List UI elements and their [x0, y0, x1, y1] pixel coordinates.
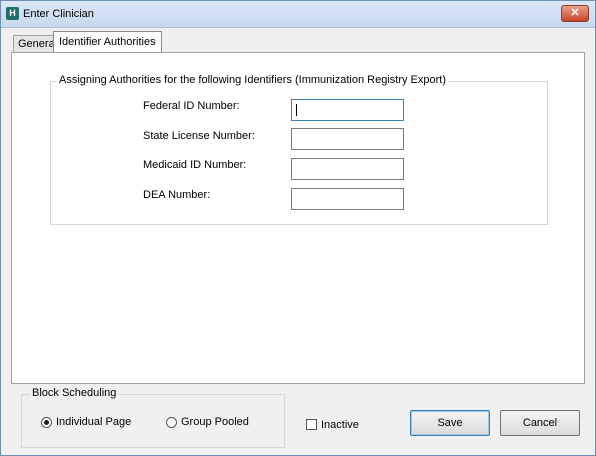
inactive-checkbox[interactable]	[306, 419, 317, 430]
medicaid-id-label: Medicaid ID Number:	[143, 159, 247, 171]
close-icon: ✕	[570, 7, 580, 19]
assigning-authorities-group: Assigning Authorities for the following …	[50, 74, 548, 225]
dea-number-label: DEA Number:	[143, 189, 211, 201]
tab-panel-identifier-authorities: Assigning Authorities for the following …	[11, 52, 585, 384]
save-button[interactable]: Save	[410, 410, 490, 436]
medicaid-id-input[interactable]	[291, 158, 404, 180]
close-button[interactable]: ✕	[561, 5, 589, 22]
state-license-input[interactable]	[291, 128, 404, 150]
inactive-label[interactable]: Inactive	[321, 419, 359, 431]
text-caret	[296, 104, 297, 116]
cancel-button[interactable]: Cancel	[500, 410, 580, 436]
block-scheduling-title: Block Scheduling	[30, 387, 119, 399]
group-pooled-radio[interactable]	[166, 417, 177, 428]
group-pooled-label[interactable]: Group Pooled	[181, 416, 249, 428]
enter-clinician-window: H Enter Clinician ✕ General Identifier A…	[0, 0, 596, 456]
federal-id-input[interactable]	[291, 99, 404, 121]
individual-page-label[interactable]: Individual Page	[56, 416, 131, 428]
app-icon: H	[6, 7, 19, 20]
dea-number-input[interactable]	[291, 188, 404, 210]
individual-page-radio[interactable]	[41, 417, 52, 428]
group-title: Assigning Authorities for the following …	[57, 74, 449, 86]
state-license-label: State License Number:	[143, 130, 255, 142]
title-bar: H Enter Clinician ✕	[1, 1, 595, 28]
federal-id-label: Federal ID Number:	[143, 100, 240, 112]
tab-identifier-authorities[interactable]: Identifier Authorities	[53, 31, 162, 54]
window-title: Enter Clinician	[23, 8, 94, 20]
